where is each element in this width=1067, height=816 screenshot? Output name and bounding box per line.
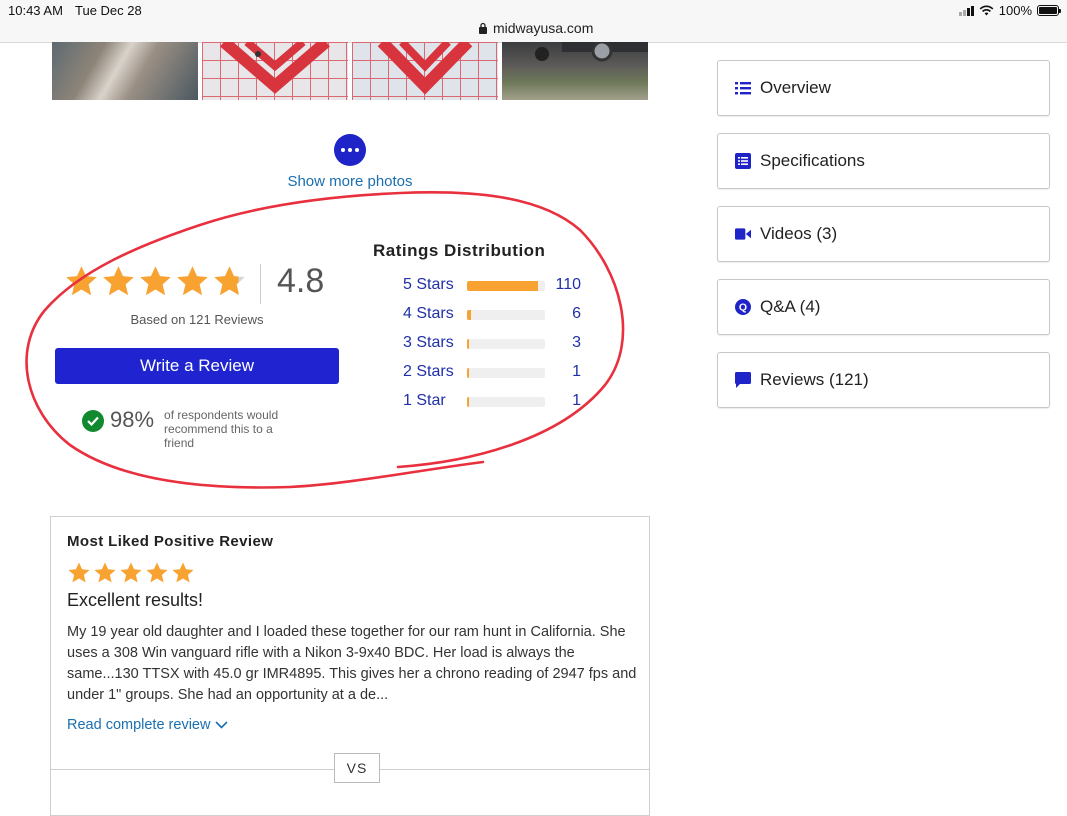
dot <box>355 148 359 152</box>
recommend-percent: 98% <box>110 407 155 432</box>
distribution-bar-track <box>467 339 545 349</box>
ratings-distribution-title: Ratings Distribution <box>373 241 546 260</box>
nav-reviews-button[interactable]: Reviews (121) <box>717 352 1050 408</box>
review-star-rating <box>67 561 195 590</box>
star-icon <box>138 264 173 304</box>
rating-divider <box>260 264 261 304</box>
nav-qa-button[interactable]: Q Q&A (4) <box>717 279 1050 335</box>
ios-status-bar: 10:43 AM Tue Dec 28 midwayusa.com 100% <box>0 0 1067 43</box>
star-icon <box>119 561 143 590</box>
nav-specifications-button[interactable]: Specifications <box>717 133 1050 189</box>
distribution-count: 3 <box>572 334 581 351</box>
address-bar[interactable]: midwayusa.com <box>478 20 593 36</box>
distribution-bar-fill <box>467 368 470 378</box>
status-indicators: 100% <box>958 3 1061 18</box>
distribution-bar-fill <box>467 339 470 349</box>
distribution-bar-fill <box>467 310 471 320</box>
star-icon <box>67 561 91 590</box>
address-url: midwayusa.com <box>493 20 594 36</box>
most-liked-review-card: Most Liked Positive Review Excellent res… <box>50 516 650 816</box>
speech-bubble-icon <box>735 372 751 388</box>
battery-percent: 100% <box>998 3 1032 18</box>
nav-label: Videos (3) <box>760 224 838 243</box>
distribution-bar-track <box>467 310 545 320</box>
review-count-text: Based on 121 Reviews <box>130 312 264 327</box>
read-complete-review-link[interactable]: Read complete review <box>67 717 229 733</box>
vs-badge: VS <box>334 753 380 783</box>
average-star-rating <box>64 264 247 304</box>
dot <box>341 148 345 152</box>
recommend-text: of respondents would recommend this to a… <box>164 408 279 450</box>
status-date: Tue Dec 28 <box>75 3 142 18</box>
review-body: My 19 year old daughter and I loaded the… <box>67 624 637 703</box>
video-camera-icon <box>735 226 751 242</box>
distribution-bar-track <box>467 368 545 378</box>
star-icon <box>171 561 195 590</box>
average-rating-value: 4.8 <box>277 262 325 300</box>
lock-icon <box>479 22 487 34</box>
review-card-title: Most Liked Positive Review <box>67 533 274 550</box>
q-circle-icon: Q <box>735 299 751 315</box>
gallery-thumbnail[interactable] <box>202 42 348 100</box>
nav-label: Q&A (4) <box>760 297 821 316</box>
star-icon <box>212 264 247 304</box>
distribution-row-3[interactable]: 3 Stars 3 <box>403 334 588 354</box>
read-complete-review-label: Read complete review <box>67 717 211 733</box>
distribution-bar-track <box>467 281 545 291</box>
battery-icon <box>1037 5 1061 16</box>
distribution-label[interactable]: 3 Stars <box>403 334 454 352</box>
show-more-photos-link[interactable]: Show more photos <box>270 173 430 190</box>
spec-sheet-icon <box>735 153 751 169</box>
nav-label: Reviews (121) <box>760 370 869 389</box>
star-icon <box>175 264 210 304</box>
gallery-thumbnail[interactable] <box>502 42 648 100</box>
cellular-signal-icon <box>958 5 974 16</box>
distribution-count: 6 <box>572 305 581 322</box>
distribution-label[interactable]: 1 Star <box>403 392 446 410</box>
distribution-row-2[interactable]: 2 Stars 1 <box>403 363 588 383</box>
distribution-label[interactable]: 2 Stars <box>403 363 454 381</box>
distribution-count: 1 <box>572 392 581 409</box>
distribution-count: 110 <box>555 276 581 293</box>
distribution-bar-track <box>467 397 545 407</box>
star-icon <box>93 561 117 590</box>
star-icon <box>101 264 136 304</box>
gallery-thumbnail[interactable] <box>352 42 498 100</box>
wifi-icon <box>979 5 994 16</box>
nav-label: Overview <box>760 78 831 97</box>
distribution-row-4[interactable]: 4 Stars 6 <box>403 305 588 325</box>
review-headline: Excellent results! <box>67 590 204 610</box>
star-icon <box>64 264 99 304</box>
checkmark-icon <box>82 410 104 432</box>
distribution-bar-fill <box>467 281 538 291</box>
nav-label: Specifications <box>760 151 865 170</box>
distribution-bar-fill <box>467 397 470 407</box>
write-review-button[interactable]: Write a Review <box>55 348 339 384</box>
distribution-row-5[interactable]: 5 Stars 110 <box>403 276 588 296</box>
distribution-label[interactable]: 5 Stars <box>403 276 454 294</box>
status-time: 10:43 AM <box>8 3 63 18</box>
distribution-label[interactable]: 4 Stars <box>403 305 454 323</box>
svg-text:Q: Q <box>739 302 747 314</box>
nav-videos-button[interactable]: Videos (3) <box>717 206 1050 262</box>
more-photos-button[interactable] <box>334 134 366 166</box>
list-icon <box>735 80 751 96</box>
distribution-row-1[interactable]: 1 Star 1 <box>403 392 588 412</box>
distribution-count: 1 <box>572 363 581 380</box>
chevron-down-icon <box>215 721 229 729</box>
recommend-summary: 98% of respondents would recommend this … <box>82 407 304 450</box>
dot <box>348 148 352 152</box>
star-icon <box>145 561 169 590</box>
nav-overview-button[interactable]: Overview <box>717 60 1050 116</box>
gallery-thumbnail[interactable] <box>52 42 198 100</box>
